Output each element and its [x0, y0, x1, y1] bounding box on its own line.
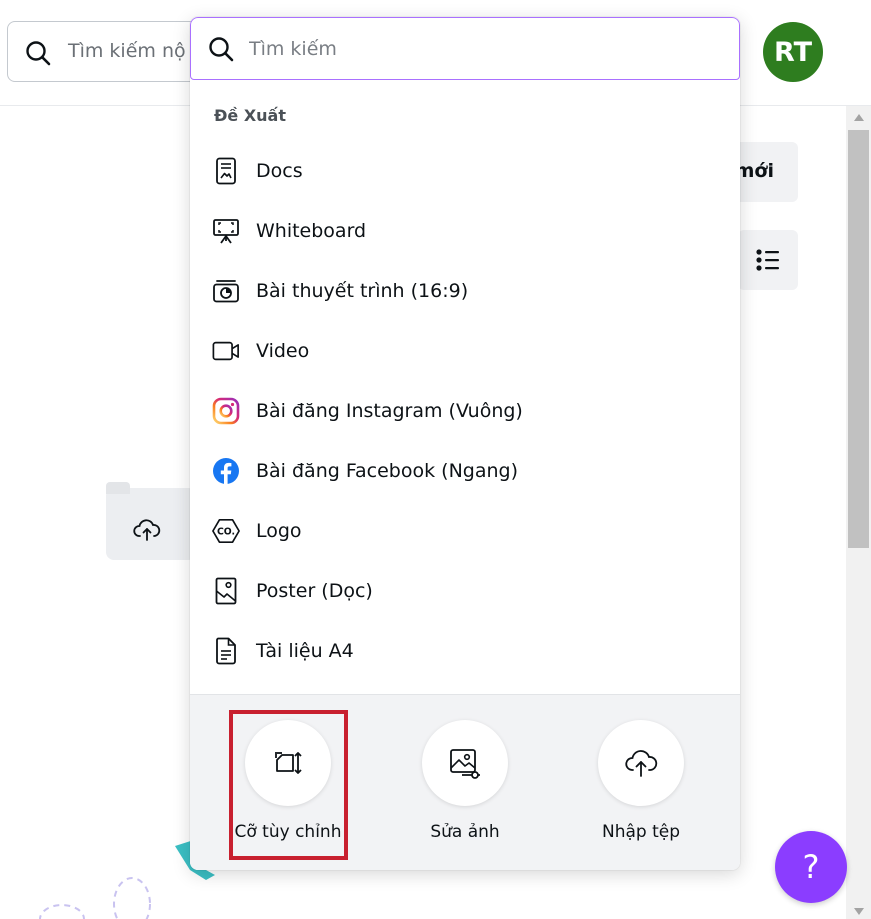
list-view-icon [756, 249, 779, 271]
search-icon [26, 41, 51, 66]
edit-photo-button[interactable]: Sửa ảnh [410, 720, 520, 842]
poster-icon [212, 577, 240, 605]
logo-icon: CO. [212, 517, 240, 545]
import-file-label: Nhập tệp [601, 822, 681, 842]
import-file-button[interactable]: Nhập tệp [586, 720, 696, 842]
scroll-up-arrow[interactable] [854, 114, 864, 121]
edit-photo-label: Sửa ảnh [430, 822, 500, 842]
menu-item-whiteboard[interactable]: Whiteboard [190, 201, 740, 261]
menu-item-label: Docs [256, 160, 303, 182]
instagram-icon [212, 397, 240, 425]
document-icon [212, 637, 240, 665]
user-avatar[interactable]: RT [763, 22, 823, 82]
cloud-upload-icon [133, 519, 161, 541]
upload-folder[interactable] [106, 482, 196, 560]
dropdown-search-input[interactable] [249, 30, 719, 68]
whiteboard-icon [212, 217, 240, 245]
upload-icon [625, 750, 658, 777]
background-search-text: Tìm kiếm nộ [68, 40, 186, 62]
suggestions-heading: Đề Xuất [214, 106, 286, 125]
background-search-field[interactable]: Tìm kiếm nộ [7, 21, 207, 82]
menu-item-label: Video [256, 340, 310, 362]
scroll-thumb[interactable] [848, 130, 869, 548]
suggestions-list: Docs Whiteboard Bài thuyết trình (16:9) … [190, 141, 740, 681]
list-view-button[interactable] [738, 230, 798, 290]
dropdown-search-field[interactable] [190, 17, 740, 80]
create-design-dropdown: Đề Xuất Docs Whiteboard Bài thuyết trình… [190, 17, 740, 870]
create-new-label: mới [734, 160, 774, 182]
menu-item-a4-document[interactable]: Tài liệu A4 [190, 621, 740, 681]
quick-actions-panel: Cỡ tùy chỉnh Sửa ảnh Nhập tệp [190, 694, 740, 870]
menu-item-label: Logo [256, 520, 302, 542]
menu-item-docs[interactable]: Docs [190, 141, 740, 201]
menu-item-label: Bài đăng Instagram (Vuông) [256, 400, 523, 422]
menu-item-video[interactable]: Video [190, 321, 740, 381]
presentation-icon [212, 277, 240, 305]
menu-item-presentation[interactable]: Bài thuyết trình (16:9) [190, 261, 740, 321]
import-file-circle[interactable] [598, 720, 684, 806]
edit-photo-icon [450, 749, 480, 779]
custom-size-icon [275, 752, 302, 774]
custom-size-label: Cỡ tùy chỉnh [234, 822, 342, 842]
menu-item-facebook-post[interactable]: Bài đăng Facebook (Ngang) [190, 441, 740, 501]
menu-item-logo[interactable]: CO. Logo [190, 501, 740, 561]
menu-item-label: Bài đăng Facebook (Ngang) [256, 460, 519, 482]
menu-item-label: Poster (Dọc) [256, 580, 373, 602]
page-scrollbar[interactable] [846, 106, 871, 919]
scroll-down-arrow[interactable] [854, 908, 864, 915]
menu-item-label: Whiteboard [256, 220, 367, 242]
menu-item-instagram-post[interactable]: Bài đăng Instagram (Vuông) [190, 381, 740, 441]
menu-item-poster[interactable]: Poster (Dọc) [190, 561, 740, 621]
svg-text:CO.: CO. [217, 527, 235, 538]
facebook-icon [212, 457, 240, 485]
video-icon [212, 337, 240, 365]
custom-size-button[interactable]: Cỡ tùy chỉnh [233, 720, 343, 842]
help-button[interactable]: ? [775, 831, 847, 903]
search-icon [209, 37, 234, 62]
menu-item-label: Bài thuyết trình (16:9) [256, 280, 469, 302]
docs-icon [212, 157, 240, 185]
edit-photo-circle[interactable] [422, 720, 508, 806]
menu-item-label: Tài liệu A4 [256, 640, 354, 662]
custom-size-circle[interactable] [245, 720, 331, 806]
